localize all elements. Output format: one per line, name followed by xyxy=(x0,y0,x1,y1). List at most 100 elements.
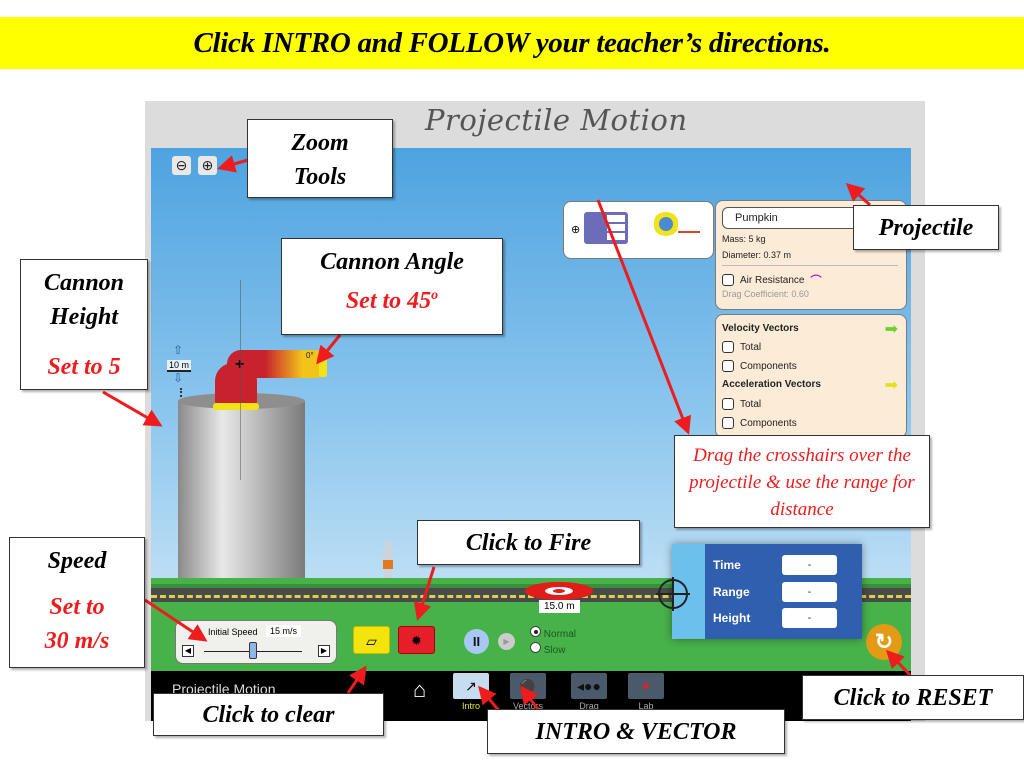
home-icon[interactable]: ⌂ xyxy=(413,677,426,703)
callout-instruction: Set to xyxy=(49,594,105,620)
callout-text: Cannon xyxy=(43,270,125,296)
drag-arc-icon: ⌒ xyxy=(810,275,822,287)
crosshairs-callout: Drag the crosshairs over the projectile … xyxy=(674,435,930,528)
fire-icon: ✹ xyxy=(411,633,422,648)
tab-intro-label: Intro xyxy=(461,701,480,711)
speed-decrease-button[interactable]: ◀ xyxy=(182,645,194,657)
callout-text: Click to Fire xyxy=(465,530,592,556)
velocity-components-checkbox[interactable] xyxy=(722,360,734,372)
acceleration-total-label: Total xyxy=(740,398,762,410)
pause-button[interactable]: II xyxy=(464,629,489,654)
zoom-out-icon[interactable]: ⊖ xyxy=(172,156,191,175)
air-resistance-row[interactable]: Air Resistance ⌒ xyxy=(722,272,821,288)
measure-tool-icon[interactable] xyxy=(584,212,628,244)
normal-radio-option[interactable]: Normal xyxy=(530,626,576,640)
speed-callout: Speed Set to 30 m/s xyxy=(9,537,145,668)
projectile-callout: Projectile xyxy=(853,205,999,250)
normal-label: Normal xyxy=(543,629,577,640)
clear-callout: Click to clear xyxy=(153,693,384,736)
banner-text: Click INTRO and FOLLOW your teacher’s di… xyxy=(193,26,831,59)
reset-callout: Click to RESET xyxy=(802,675,1024,720)
zoom-tools-callout: Zoom Tools xyxy=(247,119,393,198)
crosshair-icon[interactable]: ⊕ xyxy=(571,223,580,236)
callout-text: Projectile xyxy=(878,215,974,241)
degree-superscript: o xyxy=(431,288,439,303)
acceleration-components-option[interactable]: Components xyxy=(722,417,797,429)
mass-text: Mass: 5 kg xyxy=(722,234,766,244)
step-icon: ▶ xyxy=(503,637,510,646)
velocity-total-checkbox[interactable] xyxy=(722,341,734,353)
initial-speed-control: Initial Speed 15 m/s ◀ ▶ xyxy=(175,620,337,664)
slow-radio-option[interactable]: Slow xyxy=(530,642,576,656)
acceleration-total-checkbox[interactable] xyxy=(722,398,734,410)
target[interactable] xyxy=(525,582,593,600)
angle-label: 0° xyxy=(306,351,314,360)
cannon-height-callout: Cannon Height Set to 5 xyxy=(20,259,148,390)
step-button[interactable]: ▶ xyxy=(498,633,515,650)
callout-text: Drag the crosshairs over the projectile … xyxy=(689,445,915,520)
normal-radio[interactable] xyxy=(530,626,541,637)
acceleration-arrow-icon: ➡ xyxy=(884,377,898,394)
height-up-arrow-icon[interactable]: ⇧ xyxy=(173,343,183,357)
height-readout-label: Height xyxy=(713,611,751,625)
callout-text: INTRO & VECTOR xyxy=(535,719,737,745)
diameter-text: Diameter: 0.37 m xyxy=(722,250,792,260)
height-down-arrow-icon[interactable]: ⇩ xyxy=(173,371,183,385)
callout-text: Click to clear xyxy=(202,702,335,728)
sim-title: Projectile Motion xyxy=(425,103,688,137)
range-value: - xyxy=(782,582,837,602)
initial-speed-label: Initial Speed xyxy=(208,627,258,637)
callout-instruction: Set to 5 xyxy=(47,354,121,380)
tape-line xyxy=(678,231,700,233)
cannon-collar xyxy=(213,403,259,410)
slow-radio[interactable] xyxy=(530,642,541,653)
callout-text: Cannon Angle xyxy=(320,249,464,275)
speed-increase-button[interactable]: ▶ xyxy=(318,645,330,657)
fire-button[interactable]: ✹ xyxy=(398,626,435,654)
intro-vector-callout: INTRO & VECTOR xyxy=(487,709,785,754)
fire-callout: Click to Fire xyxy=(417,520,640,565)
velocity-components-option[interactable]: Components xyxy=(722,360,797,372)
pause-icon: II xyxy=(472,634,481,649)
drag-coefficient-text: Drag Coefficient: 0.60 xyxy=(722,289,809,299)
callout-instruction: Set to 45 xyxy=(345,288,432,314)
speed-mode-radios: Normal Slow xyxy=(530,626,576,656)
range-label: Range xyxy=(713,585,750,599)
crosshairs-icon[interactable] xyxy=(656,577,690,611)
acceleration-total-option[interactable]: Total xyxy=(722,398,761,410)
eraser-button[interactable]: ▱ xyxy=(353,626,390,654)
velocity-components-label: Components xyxy=(740,360,797,372)
slow-label: Slow xyxy=(543,645,566,656)
callout-text: Height xyxy=(49,304,118,330)
zoom-in-icon[interactable]: ⊕ xyxy=(198,156,217,175)
callout-text: Zoom xyxy=(291,130,349,156)
velocity-total-label: Total xyxy=(740,341,762,353)
callout-instruction: 30 m/s xyxy=(44,628,110,654)
reset-button[interactable]: ↻ xyxy=(866,624,902,660)
cannon-angle-callout: Cannon Angle Set to 45o xyxy=(281,238,503,335)
drag-thumb-icon: ◂●● xyxy=(571,673,607,699)
height-value: - xyxy=(782,608,837,628)
cannon-vertical-guide xyxy=(240,280,241,480)
speed-slider-thumb[interactable] xyxy=(249,642,257,659)
vectors-panel: Velocity Vectors ➡ Total Components Acce… xyxy=(715,314,907,438)
acceleration-components-checkbox[interactable] xyxy=(722,417,734,429)
tab-intro[interactable]: ↗ Intro xyxy=(451,673,491,719)
cannon-muzzle xyxy=(319,351,327,377)
tape-measure-icon[interactable] xyxy=(654,212,678,236)
air-resistance-label: Air Resistance xyxy=(740,274,805,286)
time-value: - xyxy=(782,555,837,575)
air-resistance-checkbox[interactable] xyxy=(722,274,734,286)
divider xyxy=(722,265,898,266)
reset-icon: ↻ xyxy=(874,629,894,654)
vectors-thumb-icon: ⚫ xyxy=(510,673,546,699)
time-label: Time xyxy=(713,558,741,572)
intro-thumb-icon: ↗ xyxy=(453,673,489,699)
cannon-tower[interactable] xyxy=(178,393,305,596)
velocity-total-option[interactable]: Total xyxy=(722,341,761,353)
measure-tool[interactable]: Time - Range - Height - xyxy=(656,544,862,639)
person-figure xyxy=(382,540,394,582)
projectile-selected: Pumpkin xyxy=(735,212,778,224)
callout-text: Tools xyxy=(293,164,347,190)
initial-speed-value: 15 m/s xyxy=(266,625,302,637)
